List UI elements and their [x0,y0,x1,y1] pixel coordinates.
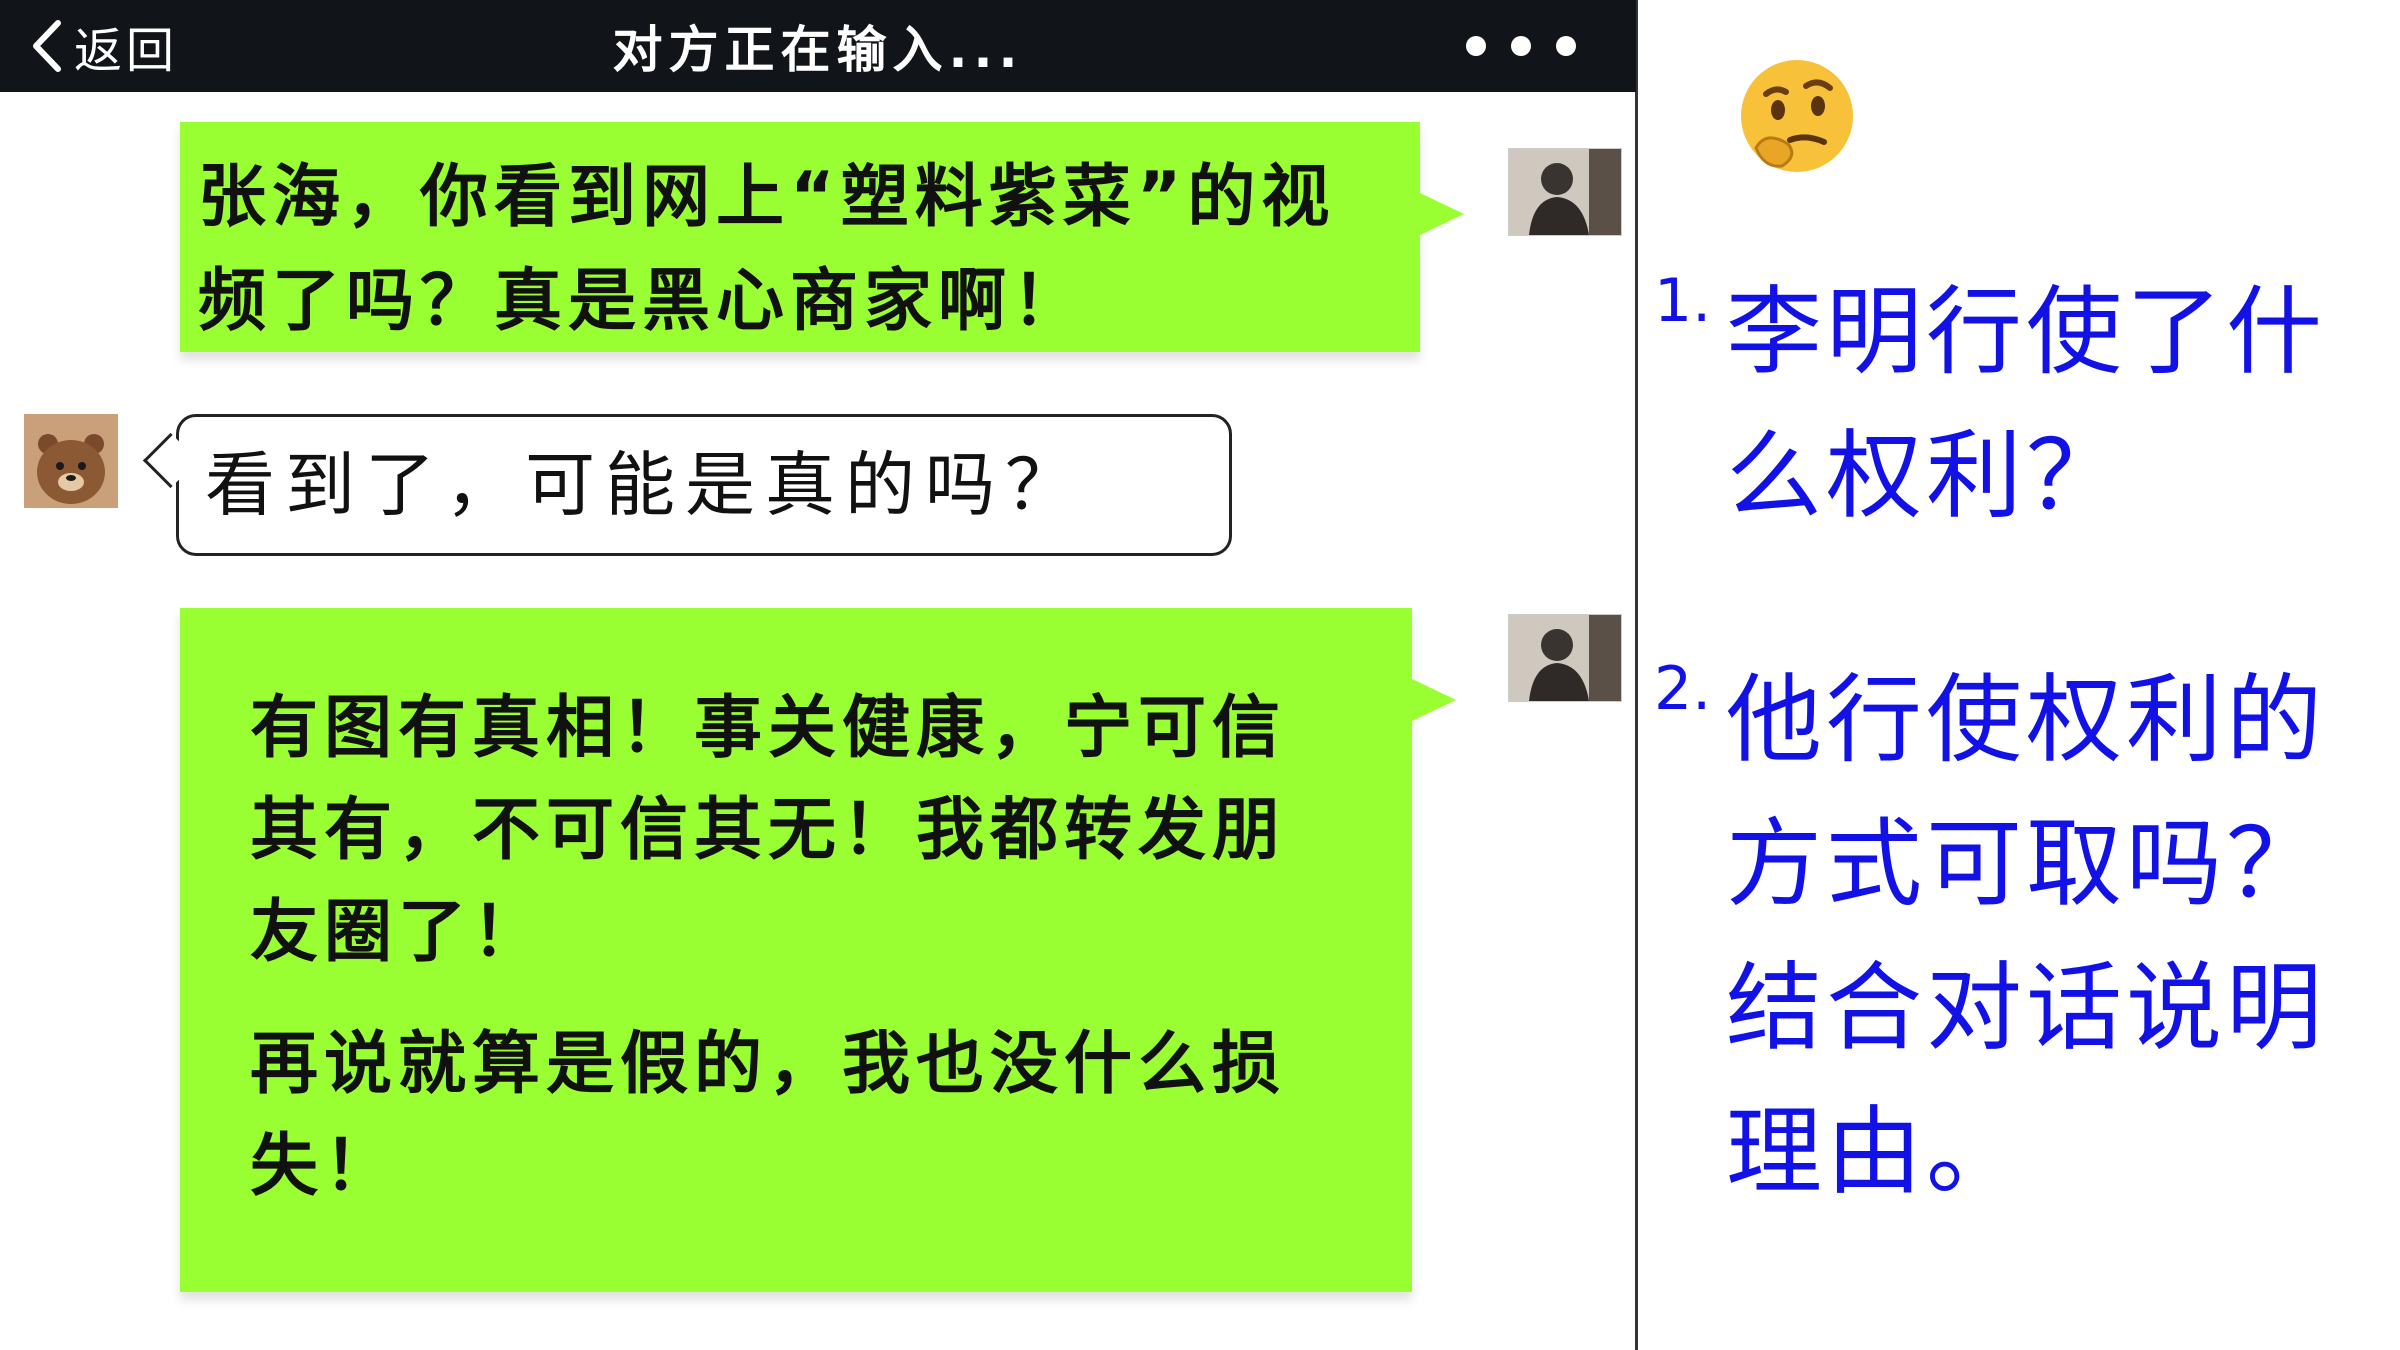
chat-message-received: 看到了，可能是真的吗？ [176,414,1232,556]
question-text: 他行使权利的方式可取吗？结合对话说明理由。 [1726,664,2326,1208]
chat-title: 对方正在输入... [612,21,1024,79]
question-panel: 1. 李明行使了什么权利？ 2. 他行使权利的方式可取吗？结合对话说明理由。 [1646,0,2400,1350]
chevron-left-icon [33,20,61,72]
back-label: 返回 [74,23,179,79]
question-text: 李明行使了什么权利？ [1726,276,2326,532]
avatar-self[interactable] [1508,148,1622,236]
question-number: 2. [1654,654,1712,724]
thinking-face-icon [1741,60,1853,172]
avatar-self[interactable] [1508,614,1622,702]
question-number: 1. [1654,266,1712,336]
avatar-bear[interactable] [24,414,118,508]
message-paragraph: 有图有真相！事关健康，宁可信其有，不可信其无！我都转发朋友圈了！ [250,689,1287,972]
chat-message-sent: 张海，你看到网上“塑料紫菜”的视频了吗？真是黑心商家啊！ [180,122,1464,352]
nav-bar: 返回 对方正在输入... [0,0,1636,92]
back-button[interactable]: 返回 [30,0,178,92]
chat-message-sent: 有图有真相！事关健康，宁可信其有，不可信其无！我都转发朋友圈了！ 再说就算是假的… [180,608,1456,1292]
more-dots-icon[interactable] [1466,28,1576,64]
message-paragraph: 再说就算是假的，我也没什么损失！ [250,1025,1287,1206]
chat-panel: 返回 对方正在输入... 张海，你看到网上“塑料紫菜”的视频了吗？真是黑心商家啊… [0,0,1638,1350]
